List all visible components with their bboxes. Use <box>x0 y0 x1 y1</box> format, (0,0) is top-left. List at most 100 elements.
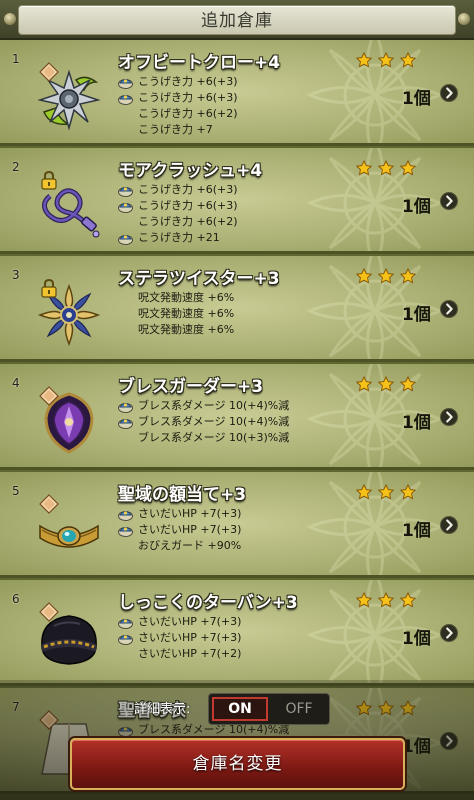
stat-line: さいだいHP +7(+3) <box>118 630 241 646</box>
stat-line: ブレス系ダメージ 10(+3)%減 <box>118 430 289 446</box>
item-index: 3 <box>12 268 20 282</box>
rarity-stars-icon <box>356 52 417 68</box>
toggle-off-option[interactable]: OFF <box>271 697 327 721</box>
rarity-stars-icon <box>356 160 417 176</box>
item-quantity: 1個 <box>402 89 431 109</box>
stat-text: こうげき力 +6(+2) <box>138 107 238 120</box>
stat-text: こうげき力 +6(+3) <box>138 75 238 88</box>
stat-line: さいだいHP +7(+3) <box>118 614 241 630</box>
chevron-right-icon[interactable] <box>440 624 458 642</box>
stat-text: 呪文発動速度 +6% <box>138 323 235 336</box>
item-index: 1 <box>12 52 20 66</box>
stat-bonus-icon <box>118 523 133 537</box>
storage-item-row[interactable]: 3 ステラツイスター+3 呪文発動速度 +6% 呪文発動速度 +6% 呪文発動速度 … <box>0 256 474 362</box>
item-quantity: 1個 <box>402 413 431 433</box>
item-index: 4 <box>12 376 20 390</box>
stat-line: こうげき力 +6(+2) <box>118 106 238 122</box>
stat-line: こうげき力 +7 <box>118 122 238 138</box>
stat-bonus-icon <box>118 183 133 197</box>
chevron-right-icon[interactable] <box>440 516 458 534</box>
item-name: ステラツイスター+3 <box>118 269 280 289</box>
page-title: 追加倉庫 <box>201 11 273 31</box>
stat-text: こうげき力 +6(+3) <box>138 91 238 104</box>
gem-badge-icon <box>39 494 59 514</box>
item-stats: こうげき力 +6(+3) こうげき力 +6(+3) こうげき力 +6(+2) こうげき… <box>118 182 238 246</box>
stat-line: 呪文発動速度 +6% <box>118 322 234 338</box>
stat-text: さいだいHP +7(+3) <box>138 615 242 628</box>
chevron-right-icon[interactable] <box>440 408 458 426</box>
stat-bonus-icon <box>118 75 133 89</box>
lock-icon <box>39 278 59 298</box>
rarity-stars-icon <box>356 484 417 500</box>
storage-item-row[interactable]: 5 聖域の額当て+3 さいだいHP +7(+3) さいだいHP +7(+3) おびえ… <box>0 472 474 578</box>
stat-text: こうげき力 +6(+2) <box>138 215 238 228</box>
stat-text: ブレス系ダメージ 10(+3)%減 <box>138 431 290 444</box>
lock-icon <box>39 170 59 190</box>
gem-badge-icon <box>39 386 59 406</box>
chevron-right-icon[interactable] <box>440 192 458 210</box>
detail-toggle[interactable]: ON OFF <box>208 693 330 725</box>
item-stats: さいだいHP +7(+3) さいだいHP +7(+3) おびえガード +90% <box>118 506 241 554</box>
stat-line: ブレス系ダメージ 10(+4)%減 <box>118 398 289 414</box>
stat-text: こうげき力 +6(+3) <box>138 183 238 196</box>
storage-item-row[interactable]: 6 しっこくのターバン+3 さいだいHP +7(+3) さいだいHP +7(+3)… <box>0 580 474 686</box>
item-stats: 呪文発動速度 +6% 呪文発動速度 +6% 呪文発動速度 +6% <box>118 290 234 338</box>
stat-line: ブレス系ダメージ 10(+4)%減 <box>118 414 289 430</box>
stat-text: おびえガード +90% <box>138 539 242 552</box>
item-stats: こうげき力 +6(+3) こうげき力 +6(+3) こうげき力 +6(+2) こうげき… <box>118 74 238 138</box>
stat-text: さいだいHP +7(+3) <box>138 507 242 520</box>
item-quantity: 1個 <box>402 305 431 325</box>
stat-bonus-icon <box>118 615 133 629</box>
stat-line: こうげき力 +6(+3) <box>118 74 238 90</box>
detail-toggle-label: 詳細表示: <box>134 702 191 717</box>
item-quantity: 1個 <box>402 521 431 541</box>
storage-item-row[interactable]: 4 ブレスガーダー+3 ブレス系ダメージ 10(+4)%減 ブレス系ダメージ 10… <box>0 364 474 470</box>
item-name: オフビートクロー+4 <box>118 53 281 73</box>
stat-text: ブレス系ダメージ 10(+4)%減 <box>138 399 290 412</box>
item-stats: ブレス系ダメージ 10(+4)%減 ブレス系ダメージ 10(+4)%減 ブレス系ダメ… <box>118 398 289 446</box>
stat-bonus-icon <box>118 415 133 429</box>
chevron-right-icon[interactable] <box>440 84 458 102</box>
item-quantity: 1個 <box>402 629 431 649</box>
stat-text: さいだいHP +7(+2) <box>138 647 242 660</box>
stat-text: 呪文発動速度 +6% <box>138 307 235 320</box>
rarity-stars-icon <box>356 268 417 284</box>
stat-text: ブレス系ダメージ 10(+4)%減 <box>138 415 290 428</box>
rarity-stars-icon <box>356 592 417 608</box>
storage-item-row[interactable]: 1 オフビートクロー+4 こうげき力 +6(+3) こうげき力 +6(+3) こうげ… <box>0 40 474 146</box>
toggle-on-option[interactable]: ON <box>212 697 268 721</box>
gem-badge-icon <box>39 62 59 82</box>
item-index: 5 <box>12 484 20 498</box>
stat-bonus-icon <box>118 399 133 413</box>
item-index: 2 <box>12 160 20 174</box>
stat-text: こうげき力 +21 <box>138 231 220 244</box>
stat-line: さいだいHP +7(+3) <box>118 522 241 538</box>
stat-text: 呪文発動速度 +6% <box>138 291 235 304</box>
title-bar: 追加倉庫 <box>0 0 474 40</box>
chevron-right-icon[interactable] <box>440 300 458 318</box>
rename-storage-button[interactable]: 倉庫名変更 <box>70 738 405 790</box>
storage-item-row[interactable]: 2 モアクラッシュ+4 こうげき力 +6(+3) こうげき力 +6(+3) こうげき… <box>0 148 474 254</box>
bolt-icon <box>458 13 470 25</box>
stat-line: おびえガード +90% <box>118 538 241 554</box>
stat-text: こうげき力 +6(+3) <box>138 199 238 212</box>
stat-line: こうげき力 +6(+3) <box>118 90 238 106</box>
stat-line: さいだいHP +7(+3) <box>118 506 241 522</box>
stat-bonus-icon <box>118 199 133 213</box>
stat-text: こうげき力 +7 <box>138 123 213 136</box>
item-name: モアクラッシュ+4 <box>118 161 263 181</box>
stat-bonus-icon <box>118 631 133 645</box>
gem-badge-icon <box>39 602 59 622</box>
stat-line: こうげき力 +6(+3) <box>118 182 238 198</box>
item-stats: さいだいHP +7(+3) さいだいHP +7(+3) さいだいHP +7(+2) <box>118 614 241 662</box>
stat-text: さいだいHP +7(+3) <box>138 523 242 536</box>
item-name: 聖域の額当て+3 <box>118 485 247 505</box>
item-name: ブレスガーダー+3 <box>118 377 264 397</box>
stat-line: こうげき力 +21 <box>118 230 238 246</box>
rarity-stars-icon <box>356 376 417 392</box>
title-plate: 追加倉庫 <box>18 5 456 35</box>
stat-line: こうげき力 +6(+3) <box>118 198 238 214</box>
stat-line: 呪文発動速度 +6% <box>118 306 234 322</box>
stat-text: さいだいHP +7(+3) <box>138 631 242 644</box>
item-name: しっこくのターバン+3 <box>118 593 298 613</box>
